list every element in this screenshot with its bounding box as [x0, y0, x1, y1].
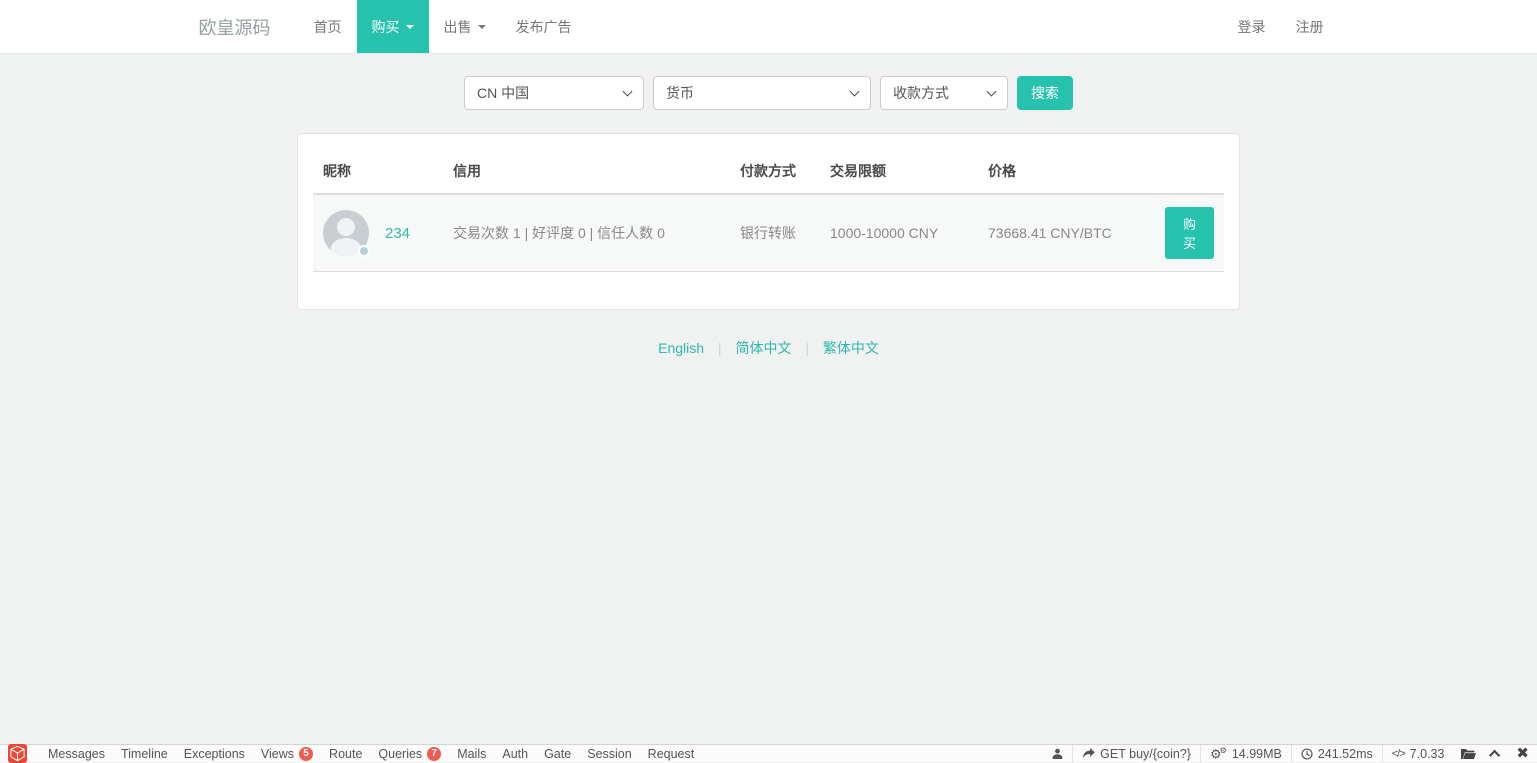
header-limit: 交易限额 [820, 149, 978, 194]
table-row: 234 交易次数 1 | 好评度 0 | 信任人数 0 银行转账 1000-10… [313, 194, 1224, 272]
credit-info: 交易次数 1 | 好评度 0 | 信任人数 0 [443, 194, 730, 272]
header-credit: 信用 [443, 149, 730, 194]
memory-text: 14.99MB [1232, 747, 1282, 761]
payment-select-wrap: 收款方式 [880, 76, 1008, 110]
memory-status[interactable]: ⚙⚙ 14.99MB [1200, 745, 1291, 762]
nav-item-label: 发布广告 [516, 17, 572, 37]
folder-icon [1461, 748, 1476, 760]
tab-timeline[interactable]: Timeline [113, 745, 176, 762]
tab-route[interactable]: Route [321, 745, 370, 762]
separator: | [805, 340, 809, 356]
currency-select-wrap: 货币 [653, 76, 871, 110]
register-label: 注册 [1296, 17, 1324, 37]
debugbar-tabs: Messages Timeline Exceptions Views5 Rout… [40, 745, 702, 762]
nav-item-label: 购买 [372, 17, 400, 37]
header-action [1153, 149, 1224, 194]
trade-limit: 1000-10000 CNY [820, 194, 978, 272]
status-indicator [358, 245, 370, 257]
brand-logo[interactable]: 欧皇源码 [199, 0, 271, 53]
version-text: 7.0.33 [1410, 747, 1445, 761]
tab-gate[interactable]: Gate [536, 745, 579, 762]
tab-queries[interactable]: Queries7 [370, 745, 449, 762]
tab-mails[interactable]: Mails [449, 745, 494, 762]
tab-exceptions[interactable]: Exceptions [176, 745, 253, 762]
country-select-wrap: CN 中国 [464, 76, 644, 110]
close-icon: ✖ [1516, 746, 1529, 761]
tab-request[interactable]: Request [640, 745, 703, 762]
views-count-badge: 5 [299, 747, 313, 761]
version-status[interactable]: </> 7.0.33 [1382, 745, 1454, 762]
user-icon [1052, 748, 1063, 759]
login-label: 登录 [1238, 17, 1266, 37]
debugbar-status: GET buy/{coin?} ⚙⚙ 14.99MB 241.52ms </> … [1043, 745, 1537, 762]
time-status[interactable]: 241.52ms [1291, 745, 1382, 762]
header-nickname: 昵称 [313, 149, 443, 194]
tab-views[interactable]: Views5 [253, 745, 321, 762]
lang-link-simplified-chinese[interactable]: 简体中文 [735, 340, 791, 356]
auth-status[interactable] [1043, 745, 1072, 762]
open-folder-button[interactable] [1453, 745, 1484, 762]
table-header-row: 昵称 信用 付款方式 交易限额 价格 [313, 149, 1224, 194]
caret-down-icon [478, 25, 486, 29]
nav-item-post-ad[interactable]: 发布广告 [501, 0, 587, 53]
lang-link-english[interactable]: English [658, 340, 704, 356]
code-icon: </> [1392, 748, 1405, 760]
nav-item-home[interactable]: 首页 [299, 0, 357, 53]
chevron-up-icon [1489, 749, 1500, 760]
queries-count-badge: 7 [427, 747, 441, 761]
nav-item-buy[interactable]: 购买 [357, 0, 429, 53]
filter-bar: CN 中国 货币 收款方式 搜索 [0, 76, 1537, 110]
currency-select[interactable]: 货币 [653, 76, 871, 110]
caret-down-icon [406, 25, 414, 29]
tab-auth[interactable]: Auth [494, 745, 536, 762]
close-debugbar-button[interactable]: ✖ [1508, 745, 1537, 762]
header-payment: 付款方式 [730, 149, 820, 194]
route-status[interactable]: GET buy/{coin?} [1072, 745, 1200, 762]
nav-item-login[interactable]: 登录 [1223, 0, 1281, 53]
gears-icon: ⚙⚙ [1210, 747, 1227, 760]
avatar[interactable] [323, 210, 369, 256]
offers-card: 昵称 信用 付款方式 交易限额 价格 [297, 133, 1240, 310]
separator: | [718, 340, 722, 356]
route-text: GET buy/{coin?} [1100, 747, 1191, 761]
main-nav: 首页 购买 出售 发布广告 [299, 0, 587, 53]
payment-method: 银行转账 [730, 194, 820, 272]
buy-button[interactable]: 购买 [1165, 207, 1214, 259]
search-button[interactable]: 搜索 [1017, 76, 1073, 110]
clock-icon [1301, 748, 1313, 760]
nav-item-label: 出售 [444, 17, 472, 37]
payment-method-select[interactable]: 收款方式 [880, 76, 1008, 110]
nav-item-register[interactable]: 注册 [1281, 0, 1339, 53]
laravel-logo-icon [8, 744, 27, 763]
lang-link-traditional-chinese[interactable]: 繁体中文 [823, 340, 879, 356]
auth-nav: 登录 注册 [1223, 0, 1339, 53]
offers-table: 昵称 信用 付款方式 交易限额 价格 [313, 149, 1224, 272]
country-select[interactable]: CN 中国 [464, 76, 644, 110]
laravel-debugbar: Messages Timeline Exceptions Views5 Rout… [0, 744, 1537, 762]
price-value: 73668.41 CNY/BTC [978, 194, 1153, 272]
top-navbar: 欧皇源码 首页 购买 出售 发布广告 登录 注册 [0, 0, 1537, 54]
time-text: 241.52ms [1318, 747, 1373, 761]
tab-messages[interactable]: Messages [40, 745, 113, 762]
nav-item-label: 首页 [314, 17, 342, 37]
minimize-button[interactable] [1484, 745, 1508, 762]
header-price: 价格 [978, 149, 1153, 194]
share-arrow-icon [1082, 748, 1095, 759]
tab-session[interactable]: Session [579, 745, 639, 762]
nav-item-sell[interactable]: 出售 [429, 0, 501, 53]
language-switcher: English | 简体中文 | 繁体中文 [0, 338, 1537, 358]
trader-nickname-link[interactable]: 234 [385, 225, 410, 242]
